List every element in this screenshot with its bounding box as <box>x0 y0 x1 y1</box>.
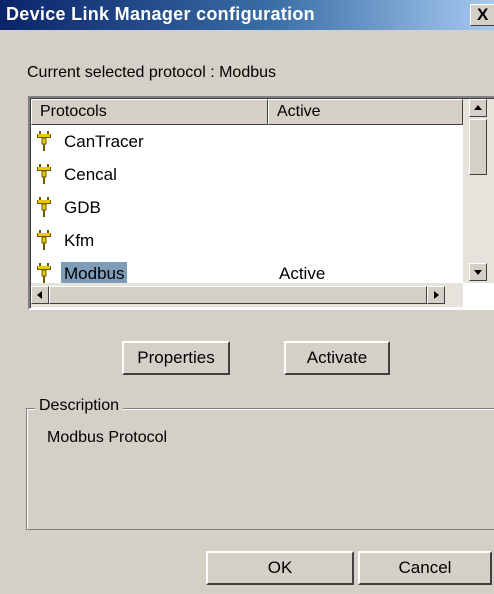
column-header-protocols[interactable]: Protocols <box>31 99 268 125</box>
title-bar[interactable]: Device Link Manager configuration X <box>0 0 494 30</box>
description-text: Modbus Protocol <box>47 429 168 446</box>
plug-icon <box>35 164 57 186</box>
list-item[interactable]: GDB <box>31 192 463 225</box>
list-item[interactable]: Cencal <box>31 159 463 192</box>
description-group: Description Modbus Protocol <box>26 397 494 530</box>
protocol-name: Kfm <box>64 231 95 250</box>
arrow-down-icon <box>474 270 482 275</box>
scroll-up-button[interactable] <box>469 99 487 117</box>
arrow-up-icon <box>474 105 482 110</box>
protocol-name: GDB <box>64 198 101 217</box>
protocol-rows: CanTracer Cencal GDB Kfm Modbus Active <box>31 126 463 291</box>
vertical-scrollbar[interactable] <box>463 99 494 283</box>
properties-button[interactable]: Properties <box>122 341 230 375</box>
window-title: Device Link Manager configuration <box>6 4 315 24</box>
hscroll-thumb[interactable] <box>49 286 427 304</box>
arrow-left-icon <box>37 291 42 299</box>
plug-icon <box>35 230 57 252</box>
scroll-right-button[interactable] <box>427 286 445 304</box>
scroll-down-button[interactable] <box>469 263 487 281</box>
list-item[interactable]: CanTracer <box>31 126 463 159</box>
column-header-active[interactable]: Active <box>268 99 463 125</box>
activate-button[interactable]: Activate <box>284 341 390 375</box>
close-button[interactable]: X <box>470 4 494 26</box>
dialog-window: Device Link Manager configuration X Curr… <box>0 0 494 594</box>
description-legend: Description <box>35 397 124 415</box>
horizontal-scrollbar[interactable] <box>31 283 463 307</box>
protocol-name: CanTracer <box>64 132 144 151</box>
current-protocol-label: Current selected protocol : Modbus <box>27 64 277 81</box>
protocol-list[interactable]: Protocols Active CanTracer Cencal GDB Kfm Mo… <box>28 96 494 310</box>
protocol-name: Cencal <box>64 165 117 184</box>
cancel-button[interactable]: Cancel <box>358 551 492 585</box>
scroll-thumb[interactable] <box>469 119 487 175</box>
plug-icon <box>35 197 57 219</box>
plug-icon <box>35 131 57 153</box>
list-item[interactable]: Kfm <box>31 225 463 258</box>
arrow-right-icon <box>434 291 439 299</box>
scroll-left-button[interactable] <box>31 286 49 304</box>
close-icon: X <box>477 5 489 24</box>
ok-button[interactable]: OK <box>206 551 354 585</box>
plug-icon <box>35 263 57 285</box>
